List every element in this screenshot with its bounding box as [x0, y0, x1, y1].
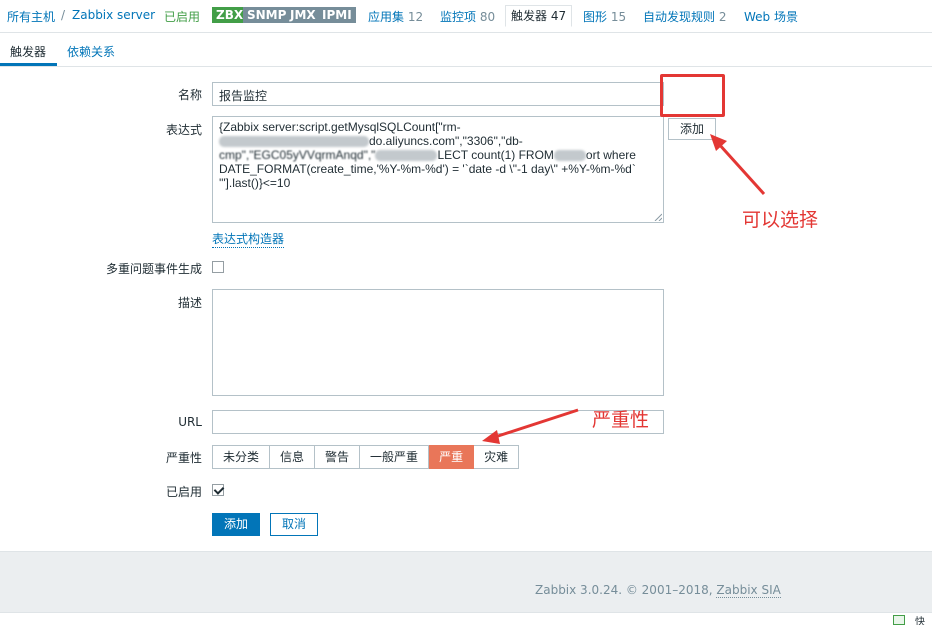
- severity-warning[interactable]: 警告: [315, 445, 361, 469]
- tab-discovery-rules-count: 2: [718, 10, 727, 24]
- breadcrumb-host[interactable]: Zabbix server: [72, 8, 155, 22]
- tab-discovery-rules[interactable]: 自动发现规则 2: [643, 8, 726, 25]
- jmx-availability-badge: JMX: [286, 7, 320, 23]
- enabled-checkbox[interactable]: [212, 484, 224, 496]
- tab-items[interactable]: 监控项 80: [440, 8, 495, 25]
- tab-applications-count: 12: [407, 10, 424, 24]
- url-label: URL: [178, 415, 202, 429]
- severity-high[interactable]: 严重: [429, 445, 475, 469]
- name-input[interactable]: 报告监控: [212, 82, 664, 106]
- severity-average[interactable]: 一般严重: [360, 445, 430, 469]
- trigger-form-panel: 触发器 依赖关系 名称 报告监控 表达式 {Zabbix server:scri…: [0, 32, 932, 552]
- expression-line-3-part-b: LECT count(1) FROM: [437, 148, 554, 162]
- tab-web-scenarios-label: Web 场景: [744, 10, 798, 24]
- expression-line-1: {Zabbix server:script.getMysqlSQLCount["…: [219, 120, 461, 134]
- expression-label: 表达式: [165, 123, 202, 137]
- resize-handle-icon[interactable]: [654, 213, 662, 221]
- tab-applications-label: 应用集: [368, 10, 405, 24]
- tab-items-count: 80: [479, 10, 496, 24]
- description-label: 描述: [177, 296, 202, 310]
- expression-line-3-part-a: cmp","EGC05yVVqrmAnqd",": [219, 148, 376, 162]
- tab-triggers[interactable]: 触发器 47: [505, 5, 573, 27]
- tab-divider: [0, 66, 932, 67]
- footer-version: Zabbix 3.0.24. © 2001–2018,: [535, 583, 713, 597]
- expression-line-2: do.aliyuncs.com","3306","db-: [219, 134, 657, 148]
- multiple-events-checkbox[interactable]: [212, 261, 224, 273]
- zbx-availability-badge: ZBX: [212, 7, 248, 23]
- expression-textarea[interactable]: {Zabbix server:script.getMysqlSQLCount["…: [212, 116, 664, 223]
- tab-graphs[interactable]: 图形 15: [583, 8, 626, 25]
- expression-line-2-text: do.aliyuncs.com","3306","db-: [369, 134, 523, 148]
- severity-not-classified[interactable]: 未分类: [212, 445, 271, 469]
- redacted-user: [375, 150, 438, 162]
- expression-line-4: DATE_FORMAT(create_time,'%Y-%m-%d') = '`…: [219, 162, 636, 176]
- annotation-add-note: 可以选择: [742, 209, 819, 231]
- form-tab-dependencies[interactable]: 依赖关系: [67, 43, 115, 60]
- expression-line-3: cmp","EGC05yVVqrmAnqd"," LECT count(1) FR…: [219, 148, 657, 162]
- tab-graphs-label: 图形: [583, 10, 608, 24]
- form-tab-trigger[interactable]: 触发器: [10, 43, 46, 60]
- severity-label: 严重性: [165, 451, 202, 465]
- severity-selector: 未分类 信息 警告 一般严重 严重 灾难: [212, 445, 520, 469]
- tab-triggers-count: 47: [550, 9, 567, 23]
- annotation-highlight-box: [660, 74, 725, 117]
- breadcrumb-all-hosts[interactable]: 所有主机: [7, 8, 55, 25]
- host-status-enabled[interactable]: 已启用: [164, 8, 200, 25]
- snmp-availability-badge: SNMP: [243, 7, 291, 23]
- submit-add-button[interactable]: 添加: [212, 513, 260, 536]
- cancel-button[interactable]: 取消: [270, 513, 318, 536]
- expression-line-3-part-c: ort where: [585, 148, 636, 162]
- breadcrumb-separator: /: [61, 8, 66, 22]
- footer: Zabbix 3.0.24. © 2001–2018, Zabbix SIA: [535, 583, 781, 598]
- tab-items-label: 监控项: [440, 10, 477, 24]
- description-textarea[interactable]: [212, 289, 664, 396]
- tab-applications[interactable]: 应用集 12: [368, 8, 423, 25]
- play-icon[interactable]: [893, 615, 905, 625]
- footer-company-link[interactable]: Zabbix SIA: [716, 583, 781, 598]
- tab-triggers-label: 触发器: [511, 9, 548, 23]
- tab-web-scenarios[interactable]: Web 场景: [744, 8, 798, 25]
- expression-line-5: '"].last()}<=10: [219, 176, 291, 190]
- multiple-events-label: 多重问题事件生成: [105, 262, 202, 276]
- enabled-label: 已启用: [165, 485, 202, 499]
- host-navigation-bar: 所有主机 / Zabbix server 已启用 ZBX SNMP JMX IP…: [0, 0, 932, 32]
- severity-information[interactable]: 信息: [270, 445, 316, 469]
- annotation-severity-note: 严重性: [592, 409, 650, 431]
- expression-builder-link[interactable]: 表达式构造器: [212, 230, 285, 248]
- redacted-host: [219, 136, 369, 148]
- tab-discovery-rules-label: 自动发现规则: [643, 10, 716, 24]
- redacted-table: [553, 150, 586, 162]
- tab-graphs-count: 15: [610, 10, 627, 24]
- ipmi-availability-badge: IPMI: [318, 7, 356, 23]
- add-expression-button[interactable]: 添加: [668, 118, 716, 140]
- status-bar-text: 快: [915, 617, 925, 625]
- browser-status-bar: 快: [0, 612, 932, 625]
- severity-disaster[interactable]: 灾难: [474, 445, 520, 469]
- name-label: 名称: [177, 88, 202, 102]
